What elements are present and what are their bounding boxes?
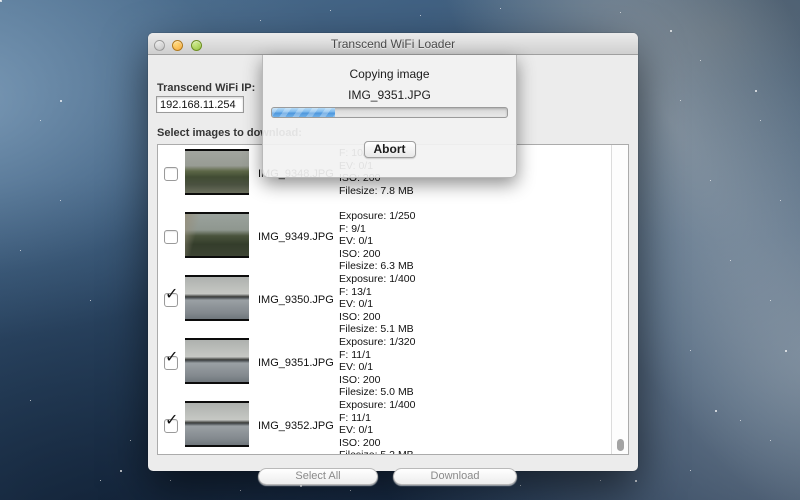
dialog-filename: IMG_9351.JPG: [263, 88, 516, 102]
image-exif: Exposure: 1/320F: 11/1EV: 0/1ISO: 200Fil…: [339, 336, 415, 399]
scrollbar-thumb[interactable]: [617, 439, 624, 451]
image-checkbox[interactable]: ✓: [164, 167, 178, 181]
checkmark-icon: ✓: [165, 350, 178, 366]
copy-progress-dialog: Copying image IMG_9351.JPG Abort: [262, 55, 517, 178]
scrollbar-track[interactable]: [611, 145, 628, 454]
image-checkbox[interactable]: ✓: [164, 356, 178, 370]
progress-bar: [271, 107, 508, 118]
image-filename: IMG_9349.JPG: [258, 231, 334, 243]
select-all-button[interactable]: Select All: [258, 468, 378, 485]
image-exif: Exposure: 1/250F: 9/1EV: 0/1ISO: 200File…: [339, 210, 415, 273]
dialog-title: Copying image: [263, 67, 516, 81]
image-row: ✓ IMG_9350.JPG Exposure: 1/400F: 13/1EV:…: [158, 269, 611, 332]
progress-fill: [272, 108, 335, 117]
stars-bright-layer: [0, 0, 2, 2]
download-button[interactable]: Download: [393, 468, 517, 485]
ip-label: Transcend WiFi IP:: [157, 82, 255, 94]
image-thumbnail: [185, 401, 249, 447]
image-list: ✓ IMG_9348.JPG F: 10/1EV: 0/1ISO: 200Fil…: [157, 144, 629, 455]
image-exif: Exposure: 1/400F: 11/1EV: 0/1ISO: 200Fil…: [339, 399, 415, 455]
ip-input[interactable]: [156, 96, 244, 113]
image-row: ✓ IMG_9351.JPG Exposure: 1/320F: 11/1EV:…: [158, 332, 611, 395]
abort-button[interactable]: Abort: [364, 141, 416, 158]
window-title: Transcend WiFi Loader: [148, 37, 638, 51]
image-checkbox[interactable]: ✓: [164, 419, 178, 433]
window-titlebar[interactable]: Transcend WiFi Loader: [148, 33, 638, 55]
image-thumbnail: [185, 338, 249, 384]
image-exif: Exposure: 1/400F: 13/1EV: 0/1ISO: 200Fil…: [339, 273, 415, 336]
image-thumbnail: [185, 149, 249, 195]
image-checkbox[interactable]: ✓: [164, 293, 178, 307]
image-row: ✓ IMG_9352.JPG Exposure: 1/400F: 11/1EV:…: [158, 395, 611, 455]
image-thumbnail: [185, 212, 249, 258]
desktop-wallpaper: Transcend WiFi Loader Transcend WiFi IP:…: [0, 0, 800, 500]
image-row: ✓ IMG_9349.JPG Exposure: 1/250F: 9/1EV: …: [158, 206, 611, 269]
image-filename: IMG_9352.JPG: [258, 420, 334, 432]
image-rows: ✓ IMG_9348.JPG F: 10/1EV: 0/1ISO: 200Fil…: [158, 144, 611, 455]
app-window: Transcend WiFi Loader Transcend WiFi IP:…: [148, 33, 638, 471]
image-filename: IMG_9351.JPG: [258, 357, 334, 369]
checkmark-icon: ✓: [165, 413, 178, 429]
image-filename: IMG_9350.JPG: [258, 294, 334, 306]
checkmark-icon: ✓: [165, 287, 178, 303]
image-thumbnail: [185, 275, 249, 321]
image-checkbox[interactable]: ✓: [164, 230, 178, 244]
